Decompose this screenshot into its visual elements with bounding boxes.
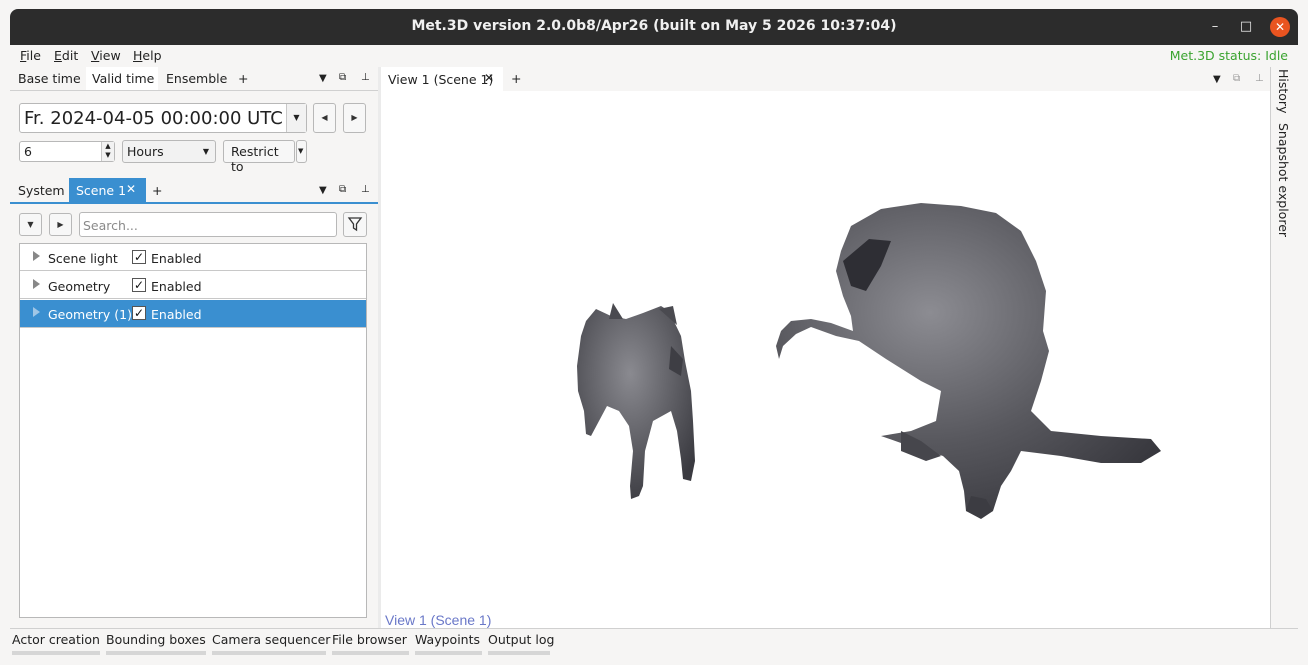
3d-viewport[interactable]: View 1 (Scene 1) bbox=[381, 91, 1270, 628]
title-bar: Met.3D version 2.0.0b8/Apr26 (built on M… bbox=[10, 9, 1298, 45]
close-icon[interactable]: ✕ bbox=[1270, 17, 1290, 37]
chevron-down-icon: ▼ bbox=[298, 147, 304, 155]
chevron-down-icon: ▼ bbox=[202, 147, 209, 156]
tab-indicator bbox=[332, 651, 409, 655]
tree-row-selected[interactable]: Geometry (1) ✓ Enabled bbox=[20, 300, 366, 328]
add-tab-button[interactable]: + bbox=[238, 67, 248, 89]
collapse-all-button[interactable]: ▼ bbox=[19, 213, 42, 236]
add-tab-button[interactable]: + bbox=[511, 67, 521, 89]
previous-time-button[interactable]: ◀ bbox=[313, 103, 336, 133]
tab-base-time[interactable]: Base time bbox=[18, 67, 81, 89]
main-window: Met.3D version 2.0.0b8/Apr26 (built on M… bbox=[0, 0, 1308, 665]
tab-indicator bbox=[106, 651, 206, 655]
checkbox[interactable]: ✓ bbox=[132, 250, 146, 264]
tree-row[interactable]: Geometry ✓ Enabled bbox=[20, 272, 366, 299]
expand-all-button[interactable]: ▶ bbox=[49, 213, 72, 236]
menu-bar: File Edit View Help Met.3D status: Idle bbox=[10, 45, 1298, 67]
next-time-button[interactable]: ▶ bbox=[343, 103, 366, 133]
tree-row[interactable]: Scene light ✓ Enabled bbox=[20, 244, 366, 271]
pin-icon[interactable]: ⊥ bbox=[361, 72, 370, 83]
search-input[interactable]: Search... bbox=[79, 212, 337, 237]
float-icon[interactable]: ⧉ bbox=[339, 72, 346, 83]
maximize-icon[interactable]: □ bbox=[1236, 17, 1256, 37]
view-tab-bar: View 1 (Scene 1) ✕ + ▼ ⧉ ⊥ bbox=[381, 67, 1270, 91]
tab-valid-time[interactable]: Valid time bbox=[86, 67, 158, 91]
close-tab-icon[interactable]: ✕ bbox=[126, 182, 136, 196]
tab-waypoints[interactable]: Waypoints bbox=[415, 632, 480, 647]
dock-menu-icon[interactable]: ▼ bbox=[1213, 74, 1221, 85]
datetime-input[interactable]: Fr. 2024-04-05 00:00:00 UTC ▼ bbox=[19, 103, 307, 133]
tab-history[interactable]: History bbox=[1276, 69, 1291, 113]
tab-system[interactable]: System bbox=[18, 179, 65, 201]
scene-tree: Scene light ✓ Enabled Geometry ✓ Enabled… bbox=[19, 243, 367, 618]
window-title: Met.3D version 2.0.0b8/Apr26 (built on M… bbox=[411, 18, 897, 34]
close-tab-icon[interactable]: ✕ bbox=[484, 71, 494, 85]
tab-indicator bbox=[212, 651, 326, 655]
expand-arrow-icon[interactable] bbox=[33, 307, 40, 317]
checkbox[interactable]: ✓ bbox=[132, 278, 146, 292]
fox-model bbox=[577, 303, 695, 499]
checkbox[interactable]: ✓ bbox=[132, 306, 146, 320]
dock-menu-icon[interactable]: ▼ bbox=[319, 185, 327, 196]
tab-output-log[interactable]: Output log bbox=[488, 632, 554, 647]
menu-file[interactable]: File bbox=[20, 48, 41, 63]
menu-view[interactable]: View bbox=[91, 48, 121, 63]
tab-underline bbox=[10, 202, 380, 204]
scene-dock-tabs: System Scene 1 ✕ + ▼ ⧉ ⊥ bbox=[10, 177, 380, 204]
tab-indicator bbox=[12, 651, 100, 655]
scene-render bbox=[577, 203, 1161, 519]
restrict-to-button[interactable]: Restrict to bbox=[223, 140, 295, 174]
filter-icon bbox=[347, 217, 363, 232]
dock-menu-icon[interactable]: ▼ bbox=[319, 73, 327, 84]
menu-edit[interactable]: Edit bbox=[54, 48, 78, 63]
filter-button[interactable] bbox=[343, 212, 367, 237]
chevron-down-icon[interactable]: ▼ bbox=[286, 104, 306, 132]
expand-arrow-icon[interactable] bbox=[33, 279, 40, 289]
bottom-tab-bar: Actor creation Bounding boxes Camera seq… bbox=[10, 628, 1298, 655]
tab-scene-1[interactable]: Scene 1 ✕ bbox=[69, 178, 146, 202]
status-label: Met.3D status: Idle bbox=[1169, 48, 1288, 63]
spin-arrows-icon[interactable]: ▲ ▼ bbox=[101, 142, 114, 161]
float-icon[interactable]: ⧉ bbox=[1233, 73, 1240, 84]
add-tab-button[interactable]: + bbox=[152, 179, 162, 201]
tab-indicator bbox=[488, 651, 550, 655]
float-icon[interactable]: ⧉ bbox=[339, 184, 346, 195]
tab-camera-sequencer[interactable]: Camera sequencer bbox=[212, 632, 330, 647]
creature-model bbox=[776, 203, 1161, 519]
tab-file-browser[interactable]: File browser bbox=[332, 632, 407, 647]
step-spinbox[interactable]: 6 ▲ ▼ bbox=[19, 141, 115, 162]
minimize-icon[interactable]: – bbox=[1205, 17, 1225, 37]
viewport-label: View 1 (Scene 1) bbox=[385, 612, 492, 628]
tab-snapshot-explorer[interactable]: Snapshot explorer bbox=[1276, 123, 1291, 237]
step-unit-select[interactable]: Hours ▼ bbox=[122, 140, 216, 163]
menu-help[interactable]: Help bbox=[133, 48, 162, 63]
pin-icon[interactable]: ⊥ bbox=[361, 184, 370, 195]
tab-actor-creation[interactable]: Actor creation bbox=[12, 632, 100, 647]
pin-icon[interactable]: ⊥ bbox=[1255, 73, 1264, 84]
tab-view-1[interactable]: View 1 (Scene 1) ✕ bbox=[381, 67, 503, 91]
restrict-menu-button[interactable]: ▼ bbox=[296, 140, 307, 163]
expand-arrow-icon[interactable] bbox=[33, 251, 40, 261]
tab-ensemble[interactable]: Ensemble bbox=[166, 67, 227, 89]
tab-indicator bbox=[415, 651, 482, 655]
right-dock-strip: History Snapshot explorer bbox=[1270, 67, 1298, 628]
tab-divider bbox=[10, 90, 380, 91]
tab-bounding-boxes[interactable]: Bounding boxes bbox=[106, 632, 206, 647]
